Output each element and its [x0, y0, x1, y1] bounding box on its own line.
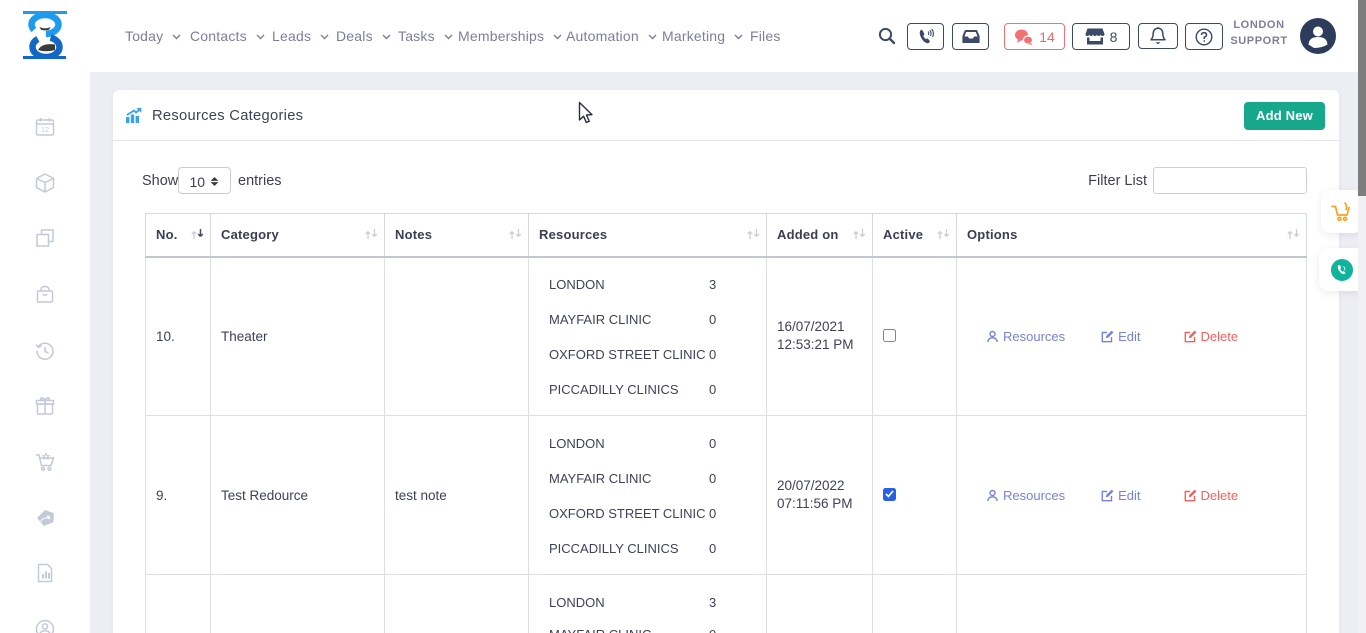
svg-text:12: 12 [41, 125, 49, 134]
